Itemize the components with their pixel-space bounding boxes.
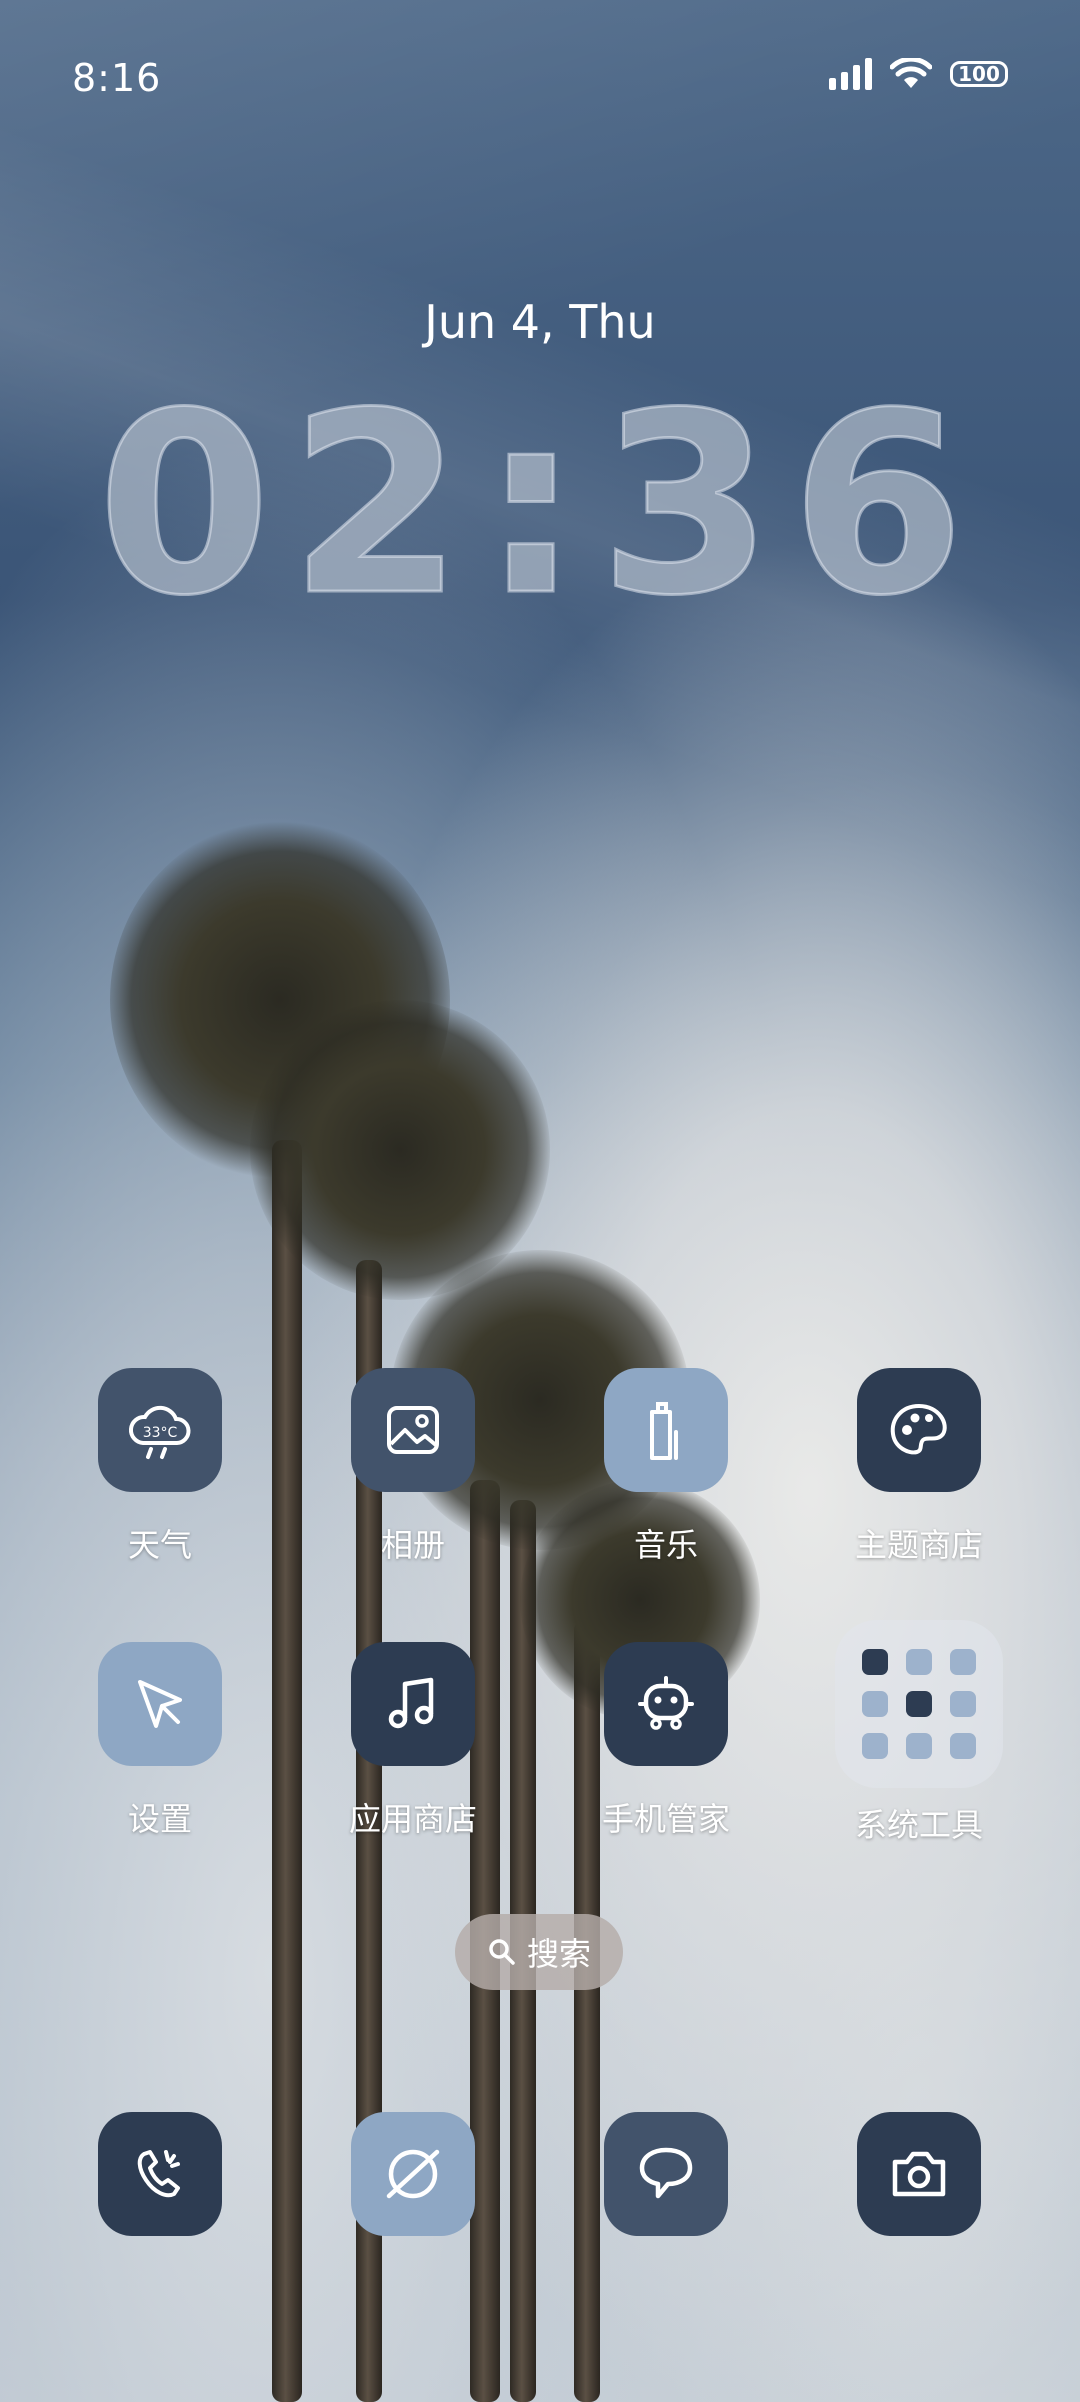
app-weather[interactable]: 33°C 天气 bbox=[60, 1368, 260, 1566]
status-time: 8:16 bbox=[72, 56, 162, 100]
search-label: 搜索 bbox=[526, 1935, 591, 1973]
phone-icon bbox=[98, 2112, 222, 2236]
search-icon bbox=[489, 1939, 515, 1965]
dock-phone[interactable] bbox=[60, 2112, 260, 2236]
app-app-store[interactable]: 应用商店 bbox=[313, 1642, 513, 1840]
app-theme-store[interactable]: 主题商店 bbox=[819, 1368, 1019, 1566]
app-label: 相册 bbox=[380, 1526, 445, 1564]
app-system-tools-folder[interactable]: 系统工具 bbox=[819, 1620, 1019, 1846]
wifi-icon bbox=[890, 58, 932, 88]
app-settings[interactable]: 设置 bbox=[60, 1642, 260, 1840]
app-label: 应用商店 bbox=[348, 1800, 477, 1838]
message-icon bbox=[604, 2112, 728, 2236]
status-bar: 8:16 100 bbox=[72, 50, 1008, 110]
battery-icon: 100 bbox=[950, 61, 1008, 87]
app-label: 设置 bbox=[127, 1800, 192, 1838]
app-label: 音乐 bbox=[633, 1526, 698, 1564]
dock-camera[interactable] bbox=[819, 2112, 1019, 2236]
app-music[interactable]: 音乐 bbox=[566, 1368, 766, 1566]
clock-date[interactable]: Jun 4, Thu bbox=[0, 295, 1080, 349]
status-icons: 100 bbox=[829, 58, 1008, 90]
app-label: 手机管家 bbox=[601, 1800, 730, 1838]
gallery-icon bbox=[351, 1368, 475, 1492]
dock-browser[interactable] bbox=[313, 2112, 513, 2236]
music-bag-icon bbox=[604, 1368, 728, 1492]
search-pill[interactable]: 搜索 bbox=[455, 1914, 623, 1990]
dock-messages[interactable] bbox=[566, 2112, 766, 2236]
app-label: 系统工具 bbox=[854, 1806, 983, 1844]
app-gallery[interactable]: 相册 bbox=[313, 1368, 513, 1566]
signal-icon bbox=[829, 58, 872, 90]
app-phone-manager[interactable]: 手机管家 bbox=[566, 1642, 766, 1840]
music-note-icon bbox=[351, 1642, 475, 1766]
app-label: 主题商店 bbox=[854, 1526, 983, 1564]
camera-icon bbox=[857, 2112, 981, 2236]
cursor-icon bbox=[98, 1642, 222, 1766]
palette-icon bbox=[857, 1368, 981, 1492]
svg-text:33°C: 33°C bbox=[143, 1425, 178, 1441]
app-label: 天气 bbox=[127, 1526, 192, 1564]
weather-icon: 33°C bbox=[98, 1368, 222, 1492]
folder-icon bbox=[835, 1620, 1003, 1788]
robot-icon bbox=[604, 1642, 728, 1766]
clock-time[interactable]: 02:36 bbox=[0, 378, 1080, 631]
browser-icon bbox=[351, 2112, 475, 2236]
